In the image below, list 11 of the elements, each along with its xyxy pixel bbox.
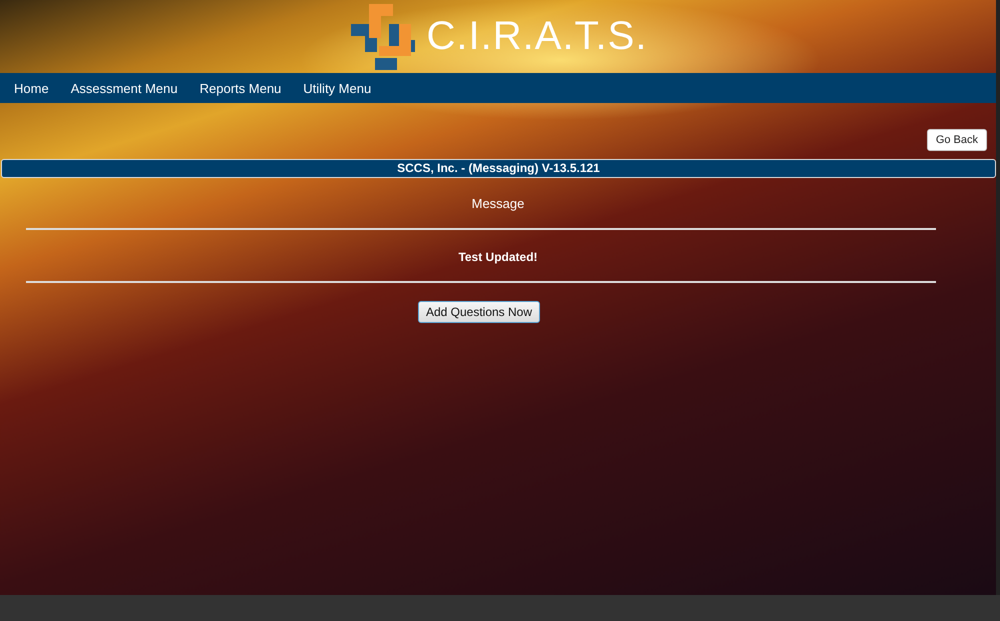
add-questions-button[interactable]: Add Questions Now <box>418 301 540 323</box>
nav-link[interactable]: Utility Menu <box>303 80 372 96</box>
title-bar: SCCS, Inc. - (Messaging) V-13.5.121 <box>1 159 996 178</box>
nav-link[interactable]: Assessment Menu <box>70 80 178 96</box>
nav-link[interactable]: Reports Menu <box>200 80 282 96</box>
go-back-button[interactable]: Go Back <box>926 129 987 151</box>
logo-text: C.I.R.A.T.S. <box>426 14 648 59</box>
message-heading: Message <box>470 196 526 211</box>
message-text: Test Updated! <box>457 250 539 264</box>
logo-icon <box>348 2 417 72</box>
nav-link[interactable]: Home <box>14 80 49 96</box>
